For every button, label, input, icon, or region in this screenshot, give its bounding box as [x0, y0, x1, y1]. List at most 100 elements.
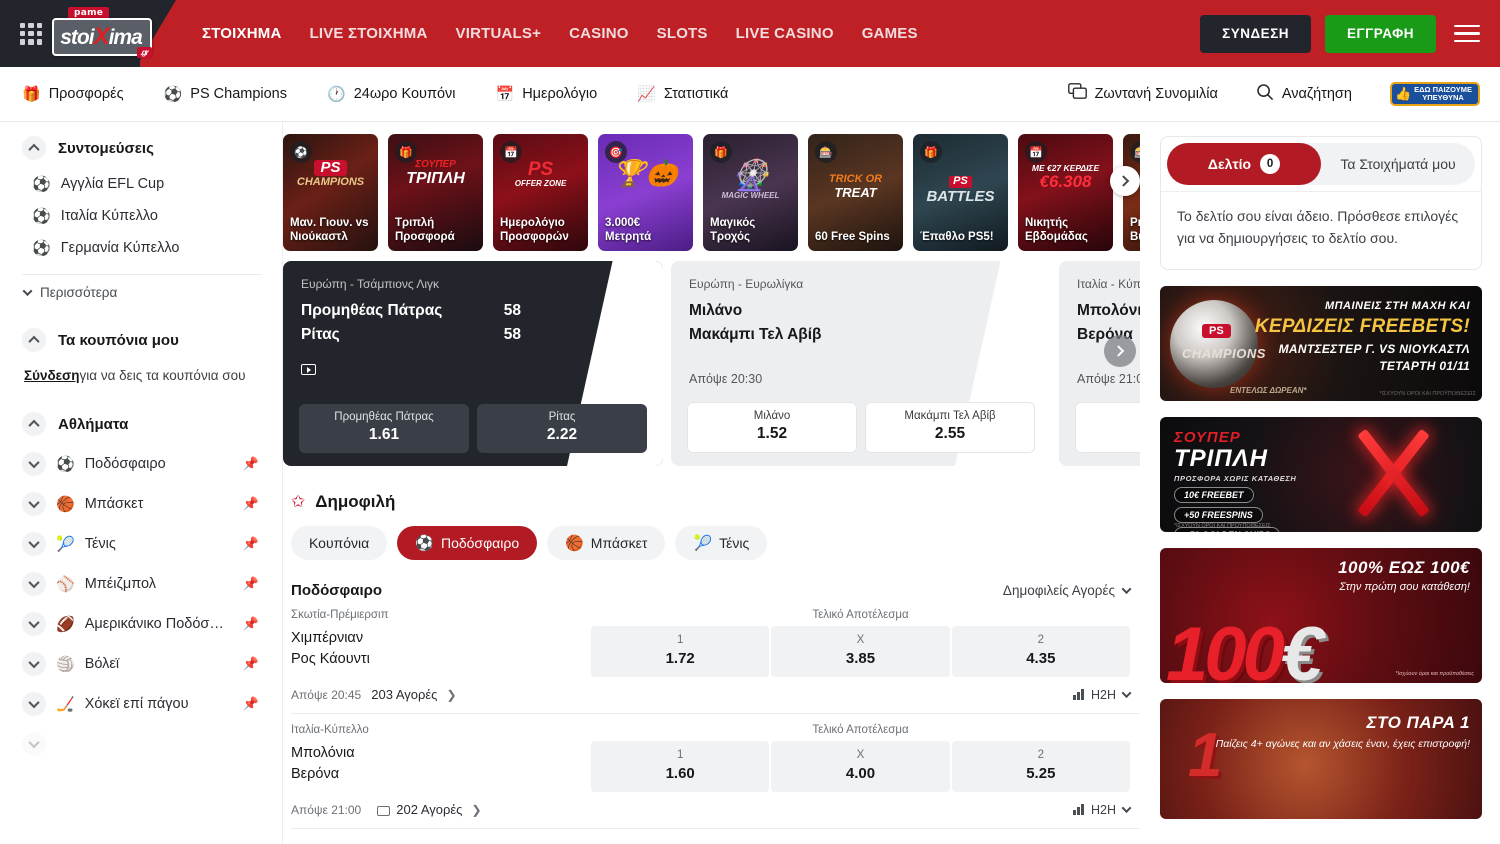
promo-card[interactable]: 🎁 PSBATTLES Έπαθλο PS5! [913, 134, 1008, 251]
promo-card[interactable]: 📅 ΜΕ €27 ΚΕΡΔΙΣΕ€6.308 ΝικητήςΕβδομάδας [1018, 134, 1113, 251]
secondary-item-24h-coupon[interactable]: 🕐 24ωρο Κουπόνι [327, 86, 456, 102]
event-odd-button[interactable]: 2 4.35 [952, 626, 1130, 677]
chevron-right-icon[interactable]: ❯ [446, 688, 456, 702]
search-button[interactable]: Αναζήτηση [1256, 83, 1352, 106]
promo-card[interactable]: 🎰 TRICK ORTREAT 60 Free Spins [808, 134, 903, 251]
sidebar-section-shortcuts[interactable]: Συντομεύσεις [22, 136, 262, 160]
event-odd-button[interactable]: 1 1.60 [591, 741, 769, 792]
chip-coupons[interactable]: Κουπόνια [291, 526, 387, 560]
site-logo[interactable]: pame stoiXima .gr [52, 7, 152, 59]
chevron-down-icon[interactable] [22, 732, 46, 756]
nav-live-stoixima[interactable]: LIVE ΣΤΟΙΧΗΜΑ [310, 25, 428, 42]
nav-games[interactable]: GAMES [862, 25, 918, 42]
market-filter-dropdown[interactable]: Δημοφιλείς Αγορές [1003, 583, 1130, 598]
hamburger-menu-icon[interactable] [1454, 25, 1480, 43]
event-markets-count[interactable]: 203 Αγορές [371, 687, 437, 702]
chip-football[interactable]: ⚽ Ποδόσφαιρο [397, 526, 537, 560]
event-odd-button[interactable]: X 4.00 [771, 741, 949, 792]
sidebar-sport-tennis[interactable]: 🎾 Τένις 📌 [22, 524, 262, 564]
tab-my-bets[interactable]: Τα Στοιχήματά μου [1321, 143, 1475, 185]
secondary-item-statistics[interactable]: 📈 Στατιστικά [637, 86, 728, 102]
sidebar-sport-baseball[interactable]: ⚾ Μπέιζμπολ 📌 [22, 564, 262, 604]
featured-match-card[interactable]: Ευρώπη - Ευρωλίγκα Μιλάνο Μακάμπι Τελ Αβ… [671, 261, 1051, 466]
promo-card[interactable]: 🎁 🎡MAGIC WHEEL ΜαγικόςΤροχός [703, 134, 798, 251]
nav-live-casino[interactable]: LIVE CASINO [736, 25, 834, 42]
pin-icon[interactable]: 📌 [243, 656, 259, 672]
market-filter-label: Δημοφιλείς Αγορές [1003, 583, 1115, 598]
match-odd-button[interactable]: Μιλάνο 1.52 [687, 402, 857, 453]
sidebar-sport-basketball[interactable]: 🏀 Μπάσκετ 📌 [22, 484, 262, 524]
coupons-login-link[interactable]: Σύνδεση [24, 368, 80, 383]
featured-match-card[interactable]: Ευρώπη - Τσάμπιονς Λιγκ Προμηθέας Πάτρας… [283, 261, 663, 466]
sidebar-shortcut-italy-cup[interactable]: ⚽ Ιταλία Κύπελλο [22, 200, 262, 232]
pin-icon[interactable]: 📌 [243, 456, 259, 472]
odd-value: 2.22 [481, 426, 643, 444]
pin-icon[interactable]: 📌 [243, 576, 259, 592]
promo-caption-2: Τροχός [710, 230, 791, 244]
sidebar-sport-volleyball[interactable]: 🏐 Βόλεϊ 📌 [22, 644, 262, 684]
tab-betslip[interactable]: Δελτίο 0 [1167, 143, 1321, 185]
banner-welcome-100[interactable]: 100€ 100% ΕΩΣ 100€ Στην πρώτη σου κατάθε… [1160, 548, 1482, 683]
event-odd-button[interactable]: 1 1.72 [591, 626, 769, 677]
chevron-down-icon[interactable] [22, 532, 46, 556]
chevron-down-icon[interactable] [22, 572, 46, 596]
chevron-down-icon[interactable] [22, 612, 46, 636]
pin-icon[interactable]: 📌 [243, 696, 259, 712]
event-markets-count[interactable]: 202 Αγορές [396, 802, 462, 817]
responsible-gaming-badge[interactable]: 👍 ΕΔΩ ΠΑΙΖΟΥΜΕ ΥΠΕΥΘΥΝΑ [1390, 82, 1480, 106]
odd-key: 1 [591, 749, 769, 761]
nav-virtuals[interactable]: VIRTUALS+ [456, 25, 542, 42]
banner-ps-champions[interactable]: PS CHAMPIONS ΜΠΑΙΝΕΙΣ ΣΤΗ ΜΑΧΗ ΚΑΙ ΚΕΡΔΙ… [1160, 286, 1482, 401]
promo-next-button[interactable] [1110, 166, 1140, 196]
promo-card[interactable]: 🎁 ΣΟΥΠΕΡΤΡΙΠΛΗ ΤριπλήΠροσφορά [388, 134, 483, 251]
match-carousel-next-button[interactable] [1104, 335, 1136, 367]
nav-casino[interactable]: CASINO [569, 25, 629, 42]
nav-slots[interactable]: SLOTS [657, 25, 708, 42]
secondary-item-ps-champions[interactable]: ⚽ PS Champions [164, 86, 287, 102]
event-h2h-button[interactable]: H2H [1073, 803, 1130, 817]
apps-grid-icon[interactable] [20, 23, 42, 45]
sidebar-more-button[interactable]: Περισσότερα [22, 281, 262, 304]
event-h2h-button[interactable]: H2H [1073, 688, 1130, 702]
register-button[interactable]: ΕΓΓΡΑΦΗ [1325, 15, 1436, 53]
promo-card[interactable]: 📅 PSOFFER ZONE ΗμερολόγιοΠροσφορών [493, 134, 588, 251]
event-odd-button[interactable]: X 3.85 [771, 626, 949, 677]
sidebar-section-my-coupons[interactable]: Τα κουπόνια μου [22, 328, 262, 352]
secondary-item-offers[interactable]: 🎁 Προσφορές [22, 86, 124, 102]
sidebar-section-sports[interactable]: Αθλήματα [22, 412, 262, 436]
login-button[interactable]: ΣΥΝΔΕΣΗ [1200, 15, 1311, 53]
chevron-down-icon[interactable] [22, 452, 46, 476]
chip-tennis[interactable]: 🎾 Τένις [675, 526, 767, 560]
chevron-right-icon[interactable]: ❯ [471, 803, 481, 817]
banner-super-tripli[interactable]: ΣΟΥΠΕΡ ΤΡΙΠΛΗ ΠΡΟΣΦΟΡΑ ΧΩΡΙΣ ΚΑΤΑΘΕΣΗ 10… [1160, 417, 1482, 532]
sidebar-shortcut-efl-cup[interactable]: ⚽ Αγγλία EFL Cup [22, 168, 262, 200]
chevron-down-icon[interactable] [22, 652, 46, 676]
banner-line-2: ΚΕΡΔΙΖΕΙΣ FREEBETS! [1255, 316, 1470, 338]
sidebar-sport-ice-hockey[interactable]: 🏒 Χόκεϊ επί πάγου 📌 [22, 684, 262, 724]
live-chat-button[interactable]: Ζωντανή Συνομιλία [1068, 83, 1218, 105]
pin-icon[interactable]: 📌 [243, 616, 259, 632]
banner-text-block: ΜΠΑΙΝΕΙΣ ΣΤΗ ΜΑΧΗ ΚΑΙ ΚΕΡΔΙΖΕΙΣ FREEBETS… [1255, 300, 1470, 373]
event-odd-button[interactable]: 2 5.25 [952, 741, 1130, 792]
banner-sto-para-1[interactable]: 1 ΣΤΟ ΠΑΡΑ 1 Παίζεις 4+ αγώνες και αν χά… [1160, 699, 1482, 819]
promo-mid-1: PS [314, 160, 346, 176]
chevron-down-icon[interactable] [22, 492, 46, 516]
pin-icon[interactable]: 📌 [243, 536, 259, 552]
match-odd-button[interactable]: Προμηθέας Πάτρας 1.61 [299, 404, 469, 453]
promo-card[interactable]: ⚽ PSCHAMPIONS Μαν. Γιουν. vsΝιούκαστλ [283, 134, 378, 251]
live-stream-icon[interactable] [301, 364, 316, 375]
match-odd-button[interactable]: Ρίτας 2.22 [477, 404, 647, 453]
sidebar-shortcut-germany-cup[interactable]: ⚽ Γερμανία Κύπελλο [22, 232, 262, 264]
sidebar-sport-partial[interactable] [22, 724, 262, 764]
pin-icon[interactable]: 📌 [243, 496, 259, 512]
match-odd-button[interactable]: Μακάμπι Τελ Αβίβ 2.55 [865, 402, 1035, 453]
sport-label: Τένις [85, 536, 233, 552]
match-odd-button[interactable]: 1 1.60 [1075, 402, 1140, 453]
sidebar-sport-football[interactable]: ⚽ Ποδόσφαιρο 📌 [22, 444, 262, 484]
promo-card[interactable]: 🎯 🏆🎃 3.000€Μετρητά [598, 134, 693, 251]
sidebar-sport-american-football[interactable]: 🏈 Αμερικάνικο Ποδόσ… 📌 [22, 604, 262, 644]
chevron-down-icon[interactable] [22, 692, 46, 716]
secondary-item-calendar[interactable]: 📅 Ημερολόγιο [496, 86, 598, 102]
chip-basketball[interactable]: 🏀 Μπάσκετ [547, 526, 665, 560]
nav-stoixima[interactable]: ΣΤΟΙΧΗΜΑ [202, 25, 282, 42]
